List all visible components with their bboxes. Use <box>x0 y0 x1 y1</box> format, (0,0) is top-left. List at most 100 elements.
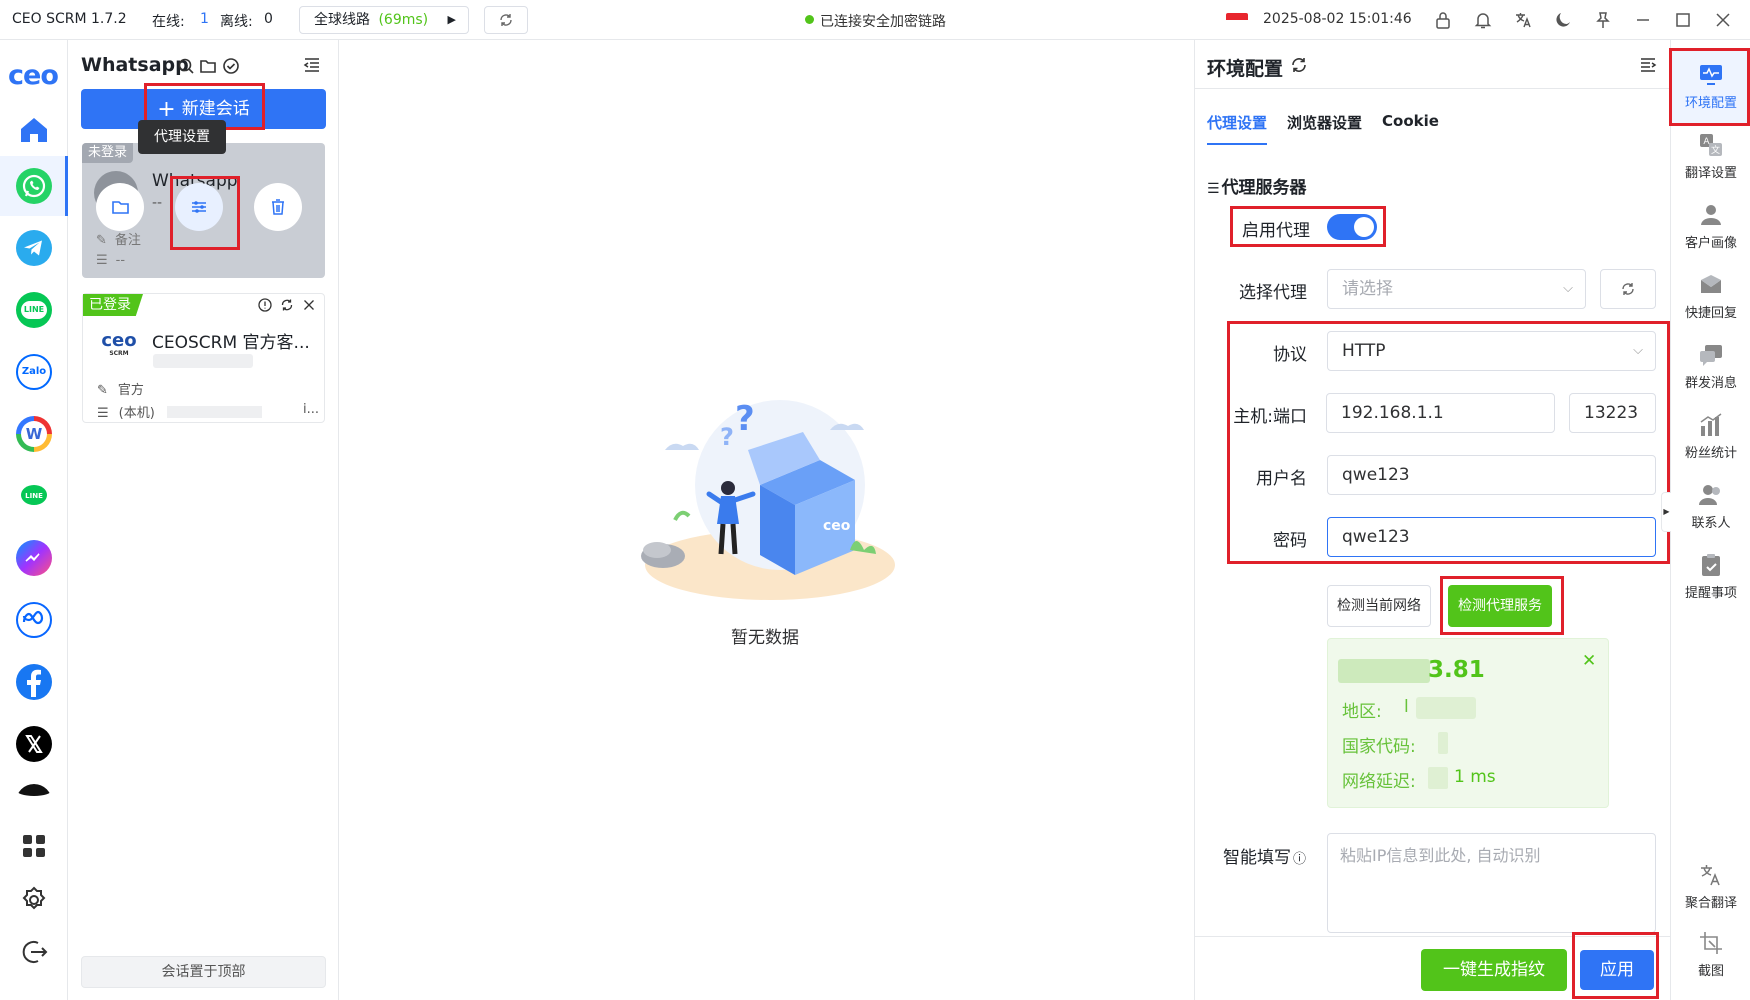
svg-text:ceo: ceo <box>823 518 851 534</box>
divider <box>1195 88 1671 89</box>
zalo-text: Zalo <box>21 366 47 377</box>
logout-icon[interactable] <box>16 934 52 970</box>
tool-contacts[interactable]: 联系人 <box>1671 482 1750 531</box>
collapse-menu-icon[interactable] <box>303 56 321 74</box>
password-input[interactable]: qwe123 <box>1327 517 1656 557</box>
line-icon[interactable]: LINE <box>16 292 52 328</box>
line-green-icon[interactable]: LINE <box>16 478 52 514</box>
latency-value: 1 ms <box>1454 767 1496 787</box>
minimize-icon[interactable] <box>1633 10 1653 30</box>
platform-sidebar: ceo LINE Zalo W LINE <box>0 40 68 1000</box>
wechat-icon[interactable]: W <box>16 416 52 452</box>
tool-quick-reply[interactable]: 快捷回复 <box>1671 272 1750 321</box>
folder-icon[interactable] <box>199 57 217 75</box>
route-label: 全球线路 <box>314 12 370 28</box>
check-proxy-button[interactable]: 检测代理服务 <box>1448 585 1552 627</box>
refresh-proxy-button[interactable] <box>1600 269 1656 309</box>
apply-button[interactable]: 应用 <box>1580 950 1654 990</box>
info-icon[interactable] <box>258 298 272 312</box>
svg-text:?: ? <box>720 423 734 451</box>
check-network-button[interactable]: 检测当前网络 <box>1327 585 1431 627</box>
apps-grid-icon[interactable] <box>16 828 52 864</box>
tool-label: 截图 <box>1697 964 1724 979</box>
route-latency: (69ms) <box>378 12 429 28</box>
protocol-select[interactable]: HTTP ⌵ <box>1327 331 1656 371</box>
tool-mass-message[interactable]: 群发消息 <box>1671 342 1750 391</box>
host-input[interactable]: 192.168.1.1 <box>1326 393 1555 433</box>
session-card-2[interactable]: 已登录 ceo SCRM CEOSCRM 官方客... ✎ 官方 ☰ (本机) i..… <box>82 293 325 423</box>
close-icon[interactable] <box>1713 10 1733 30</box>
refresh-icon[interactable] <box>1290 56 1308 74</box>
tab-proxy-settings[interactable]: 代理设置 <box>1207 112 1267 133</box>
proxy-row: ☰ -- <box>96 253 125 268</box>
generate-fingerprint-button[interactable]: 一键生成指纹 <box>1421 949 1567 991</box>
bell-icon[interactable] <box>1473 10 1493 30</box>
route-selector[interactable]: 全球线路 (69ms) ▶ <box>299 6 469 34</box>
country-code-label: 国家代码: <box>1342 737 1416 757</box>
x-icon[interactable] <box>16 726 52 762</box>
active-tab-indicator <box>1207 143 1267 145</box>
close-result-icon[interactable]: ✕ <box>1582 651 1596 671</box>
maximize-icon[interactable] <box>1673 10 1693 30</box>
translate-icon[interactable] <box>1513 10 1533 30</box>
switch-knob <box>1354 217 1374 237</box>
home-icon[interactable] <box>16 112 52 148</box>
datetime: 2025-08-02 15:01:46 <box>1263 11 1412 27</box>
tool-rail: 环境配置 A文 翻译设置 客户画像 快捷回复 群发消息 粉丝统计 联系人 提醒事… <box>1661 40 1750 1000</box>
facebook-icon[interactable] <box>16 664 52 700</box>
telegram-icon[interactable] <box>16 230 52 266</box>
tiktok-icon[interactable] <box>16 784 52 796</box>
blurred-text <box>1416 697 1476 719</box>
refresh-icon[interactable] <box>280 298 294 312</box>
tool-reminders[interactable]: 提醒事项 <box>1671 552 1750 601</box>
expand-handle[interactable]: ▶ <box>1661 492 1671 532</box>
tool-env-config[interactable]: 环境配置 <box>1671 62 1750 111</box>
screenshot-icon <box>1698 930 1724 956</box>
tool-aggregate-translate[interactable]: 聚合翻译 <box>1671 862 1750 911</box>
search-icon[interactable] <box>177 57 195 75</box>
port-input[interactable]: 13223 <box>1569 393 1656 433</box>
smart-fill-textarea[interactable]: 粘贴IP信息到此处, 自动识别 <box>1327 833 1656 933</box>
username-input[interactable]: qwe123 <box>1327 455 1656 495</box>
menu-collapse-icon[interactable] <box>1639 56 1657 74</box>
lock-icon[interactable] <box>1433 10 1453 30</box>
check-circle-icon[interactable] <box>222 57 240 75</box>
refresh-route-button[interactable] <box>484 6 528 34</box>
caret-right-icon: ▶ <box>447 13 456 26</box>
tool-screenshot[interactable]: 截图 <box>1671 930 1750 979</box>
tool-label: 客户画像 <box>1684 236 1737 251</box>
proxy-tail: i... <box>302 402 319 417</box>
zalo-icon[interactable]: Zalo <box>16 354 52 390</box>
chevron-down-icon: ⌵ <box>1563 281 1573 296</box>
enable-proxy-switch[interactable] <box>1327 214 1377 240</box>
session-card-1[interactable]: 未登录 Whatsapp -- ✎ 备注 ☰ -- <box>82 143 325 278</box>
connection-status: 已连接安全加密链路 <box>820 14 946 30</box>
tool-fan-stats[interactable]: 粉丝统计 <box>1671 412 1750 461</box>
tool-translate-settings[interactable]: A文 翻译设置 <box>1671 132 1750 181</box>
moon-icon[interactable] <box>1553 10 1573 30</box>
proxy-settings-tooltip: 代理设置 <box>138 120 226 154</box>
envelope-icon <box>1698 272 1724 298</box>
proxy-settings-button[interactable] <box>175 183 223 231</box>
pin-icon[interactable] <box>1593 10 1613 30</box>
select-proxy-dropdown[interactable]: 请选择 ⌵ <box>1327 269 1586 309</box>
svg-text:LINE: LINE <box>25 492 43 500</box>
whatsapp-icon[interactable] <box>16 168 52 204</box>
offline-label: 离线: <box>220 14 253 30</box>
panel-title: Whatsapp <box>81 54 189 76</box>
meta-icon[interactable] <box>16 602 52 638</box>
messenger-icon[interactable] <box>16 540 52 576</box>
empty-illustration: ceo ? ? <box>635 390 895 600</box>
session-panel: Whatsapp + 新建会话 未登录 Whatsapp -- ✎ 备注 ☰ -- <box>69 40 339 1000</box>
folder-icon <box>112 201 129 214</box>
close-icon[interactable] <box>302 298 316 312</box>
open-folder-button[interactable] <box>96 183 144 231</box>
pin-top-button[interactable]: 会话置于顶部 <box>81 956 326 988</box>
settings-gear-icon[interactable] <box>16 882 52 918</box>
config-title: 环境配置 <box>1207 58 1284 80</box>
help-icon[interactable]: ⓘ <box>1293 852 1306 867</box>
tool-customer-profile[interactable]: 客户画像 <box>1671 202 1750 251</box>
delete-session-button[interactable] <box>254 183 302 231</box>
tab-browser-settings[interactable]: 浏览器设置 <box>1287 112 1362 133</box>
tab-cookie[interactable]: Cookie <box>1382 112 1439 130</box>
